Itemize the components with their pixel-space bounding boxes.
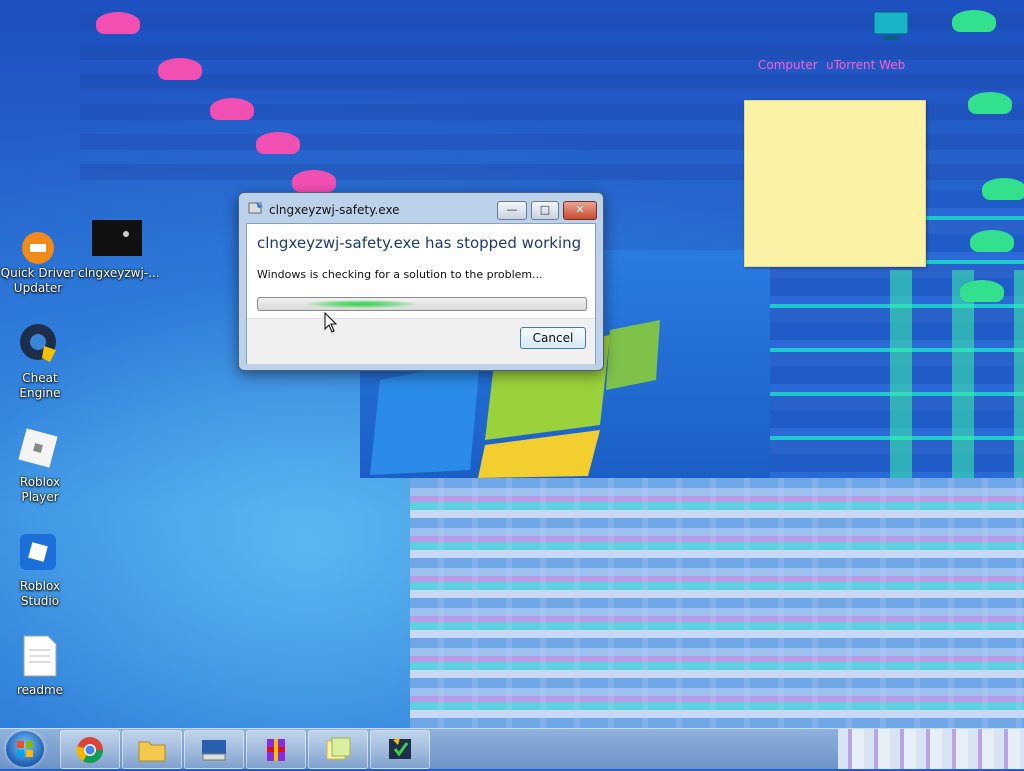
exe-thumbnail-icon[interactable] [92, 220, 142, 256]
taskbar [0, 728, 1024, 769]
glitch-artifact-taskbar [838, 729, 1024, 769]
progress-marquee [306, 300, 416, 308]
computer-icon[interactable] [870, 10, 912, 44]
status-message: Windows is checking for a solution to th… [257, 268, 543, 281]
desktop-label-roblox-player[interactable]: Roblox Player [0, 475, 80, 505]
utorrent-ghost-icon [968, 92, 1012, 114]
utorrent-ghost-icon [96, 12, 140, 34]
dialog-title: clngxeyzwj-safety.exe [269, 203, 400, 217]
chrome-icon [76, 737, 104, 764]
utorrent-ghost-icon [982, 178, 1024, 200]
cancel-button[interactable]: Cancel [520, 327, 586, 349]
taskbar-cheat-engine[interactable] [370, 730, 430, 769]
utorrent-ghost-icon [256, 132, 300, 154]
cheat-engine-task-icon [389, 738, 411, 759]
dialog-content: clngxeyzwj-safety.exe has stopped workin… [246, 223, 596, 364]
roblox-player-icon[interactable] [16, 426, 60, 470]
on-screen-keyboard-icon [202, 740, 226, 761]
desktop-label-readme[interactable]: readme [0, 683, 80, 698]
progress-bar [257, 297, 587, 311]
file-explorer-icon [138, 741, 166, 762]
utorrent-ghost-icon [970, 230, 1014, 252]
winrar-icon [267, 739, 285, 761]
desktop-label-computer[interactable]: Computer [758, 58, 818, 72]
maximize-button[interactable]: □ [531, 201, 559, 220]
cheat-engine-icon[interactable] [16, 320, 60, 364]
glitch-artifact-bottom [410, 478, 1024, 728]
utorrent-ghost-icon [158, 58, 202, 80]
sticky-notes-icon [326, 737, 351, 760]
error-headline: clngxeyzwj-safety.exe has stopped workin… [257, 234, 582, 252]
windows-flag-icon [17, 741, 33, 757]
sticky-note[interactable] [744, 100, 926, 267]
dialog-footer: Cancel [247, 318, 595, 364]
utorrent-ghost-icon [952, 10, 996, 32]
mouse-cursor-icon [324, 312, 338, 333]
roblox-studio-icon[interactable] [16, 530, 60, 574]
taskbar-file-explorer[interactable] [122, 730, 182, 769]
desktop-label-utorrent[interactable]: uTorrent Web [826, 58, 905, 72]
taskbar-on-screen-keyboard[interactable] [184, 730, 244, 769]
desktop-label-roblox-studio[interactable]: Roblox Studio [0, 579, 80, 609]
desktop-label-cheat-engine[interactable]: Cheat Engine [0, 371, 80, 401]
utorrent-ghost-icon [960, 280, 1004, 302]
taskbar-sticky-notes[interactable] [308, 730, 368, 769]
minimize-button[interactable]: — [497, 201, 527, 220]
error-dialog: clngxeyzwj-safety.exe — □ ✕ clngxeyzwj-s… [238, 192, 604, 371]
desktop-label-exe[interactable]: clngxeyzwj-... [78, 266, 160, 281]
taskbar-chrome[interactable] [60, 730, 120, 769]
dialog-titlebar[interactable]: clngxeyzwj-safety.exe — □ ✕ [239, 193, 603, 223]
app-icon [248, 202, 263, 214]
start-orb-icon[interactable] [6, 731, 44, 767]
close-button[interactable]: ✕ [563, 201, 597, 220]
desktop-label-quick-driver-updater[interactable]: Quick Driver Updater [0, 266, 76, 296]
utorrent-ghost-icon [292, 170, 336, 192]
utorrent-ghost-icon [210, 98, 254, 120]
taskbar-winrar[interactable] [246, 730, 306, 769]
text-file-icon[interactable] [18, 634, 62, 678]
quick-driver-updater-icon[interactable] [16, 226, 60, 270]
